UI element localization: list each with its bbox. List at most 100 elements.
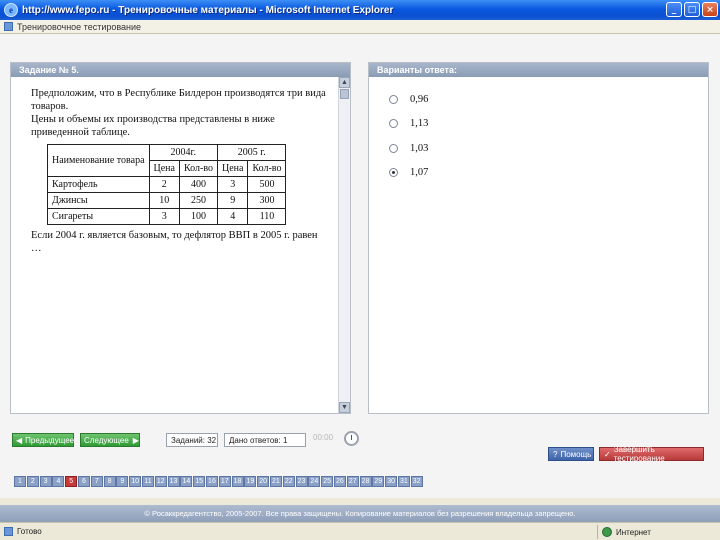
status-text: Готово bbox=[17, 527, 42, 536]
table-row: Картофель 2 400 3 500 bbox=[47, 176, 287, 193]
question-number-button[interactable]: 29 bbox=[372, 476, 385, 487]
page-icon bbox=[4, 22, 13, 31]
question-number-button[interactable]: 9 bbox=[116, 476, 129, 487]
question-navigator: 1 2 3 4 5 6 7 8 9 10 11 12 13 14 15 16 17 18 19 20 21 22 23 24 2… bbox=[14, 476, 424, 487]
table-cell: 3 bbox=[148, 208, 180, 225]
link-bar: Тренировочное тестирование bbox=[0, 20, 720, 34]
radio-button-selected[interactable] bbox=[389, 168, 398, 177]
table-cell: 300 bbox=[247, 192, 287, 209]
link-bar-label[interactable]: Тренировочное тестирование bbox=[17, 22, 141, 32]
table-cell: 3 bbox=[216, 176, 249, 193]
table-header-price: Цена bbox=[216, 160, 249, 177]
window-title: http://www.fepo.ru - Тренировочные матер… bbox=[22, 4, 394, 16]
question-number-button[interactable]: 17 bbox=[218, 476, 231, 487]
question-number-button[interactable]: 7 bbox=[90, 476, 103, 487]
answers-header: Варианты ответа: bbox=[369, 63, 708, 77]
finish-icon: ✓ bbox=[604, 449, 611, 459]
finish-test-button[interactable]: ✓ Завершить тестирование bbox=[599, 445, 704, 463]
question-number-button[interactable]: 32 bbox=[410, 476, 423, 487]
question-number-button[interactable]: 3 bbox=[39, 476, 52, 487]
question-number-button[interactable]: 20 bbox=[257, 476, 270, 487]
table-header-2004: 2004г. bbox=[148, 144, 218, 161]
scroll-up-button[interactable]: ▲ bbox=[339, 77, 350, 88]
question-number-button[interactable]: 26 bbox=[333, 476, 346, 487]
question-number-button[interactable]: 27 bbox=[346, 476, 359, 487]
table-cell-name: Картофель bbox=[47, 176, 150, 193]
question-number-button[interactable]: 14 bbox=[180, 476, 193, 487]
answer-options: 0,96 1,13 1,03 1,07 bbox=[389, 93, 428, 191]
table-cell: 9 bbox=[216, 192, 249, 209]
question-number-button[interactable]: 18 bbox=[231, 476, 244, 487]
question-number-button[interactable]: 13 bbox=[167, 476, 180, 487]
answers-panel: Варианты ответа: 0,96 1,13 1,03 1,07 bbox=[368, 62, 709, 414]
answer-option[interactable]: 0,96 bbox=[389, 93, 428, 105]
table-header-qty: Кол-во bbox=[178, 160, 218, 177]
question-number-button[interactable]: 30 bbox=[385, 476, 398, 487]
table-cell-name: Сигареты bbox=[47, 208, 150, 225]
security-zone: Интернет bbox=[597, 525, 717, 539]
question-number-button[interactable]: 12 bbox=[154, 476, 167, 487]
status-page-icon bbox=[4, 527, 13, 536]
scroll-down-button[interactable]: ▼ bbox=[339, 402, 350, 413]
table-header-name: Наименование товара bbox=[47, 144, 150, 177]
table-cell-name: Джинсы bbox=[47, 192, 150, 209]
question-number-button[interactable]: 28 bbox=[359, 476, 372, 487]
question-text-outro: Если 2004 г. является базовым, то дефлят… bbox=[31, 230, 318, 254]
question-number-button[interactable]: 19 bbox=[244, 476, 257, 487]
question-number-button[interactable]: 6 bbox=[77, 476, 90, 487]
question-number-button[interactable]: 11 bbox=[141, 476, 154, 487]
table-cell: 500 bbox=[247, 176, 287, 193]
answer-option[interactable]: 1,07 bbox=[389, 167, 428, 179]
radio-button[interactable] bbox=[389, 94, 398, 104]
answer-label: 1,13 bbox=[410, 118, 429, 129]
arrow-right-icon: ▶ bbox=[132, 435, 139, 445]
question-number-button[interactable]: 16 bbox=[205, 476, 218, 487]
question-number-button[interactable]: 8 bbox=[103, 476, 116, 487]
tasks-count: Заданий: 32 bbox=[166, 433, 218, 447]
next-button[interactable]: Следующее ▶ bbox=[80, 433, 140, 447]
question-text-intro: Предположим, что в Республике Билдерон п… bbox=[31, 88, 326, 112]
close-button[interactable]: × bbox=[702, 2, 718, 17]
next-label: Следующее bbox=[84, 435, 129, 445]
question-number-button[interactable]: 10 bbox=[129, 476, 142, 487]
table-row: Сигареты 3 100 4 110 bbox=[47, 208, 287, 225]
question-number-button[interactable]: 4 bbox=[52, 476, 65, 487]
table-header-2005: 2005 г. bbox=[216, 144, 287, 161]
question-text-intro-2: Цены и объемы их производства представле… bbox=[31, 114, 275, 138]
question-number-button[interactable]: 5 bbox=[65, 476, 78, 487]
answer-option[interactable]: 1,03 bbox=[389, 142, 428, 154]
question-number-button[interactable]: 21 bbox=[269, 476, 282, 487]
table-cell: 10 bbox=[148, 192, 180, 209]
question-number-button[interactable]: 25 bbox=[321, 476, 334, 487]
question-number-button[interactable]: 23 bbox=[295, 476, 308, 487]
radio-button[interactable] bbox=[389, 143, 398, 153]
question-scrollbar[interactable]: ▲ ▼ bbox=[338, 77, 350, 413]
radio-button[interactable] bbox=[389, 119, 398, 128]
answer-label: 0,96 bbox=[410, 93, 429, 105]
prev-button[interactable]: ◀ Предыдущее bbox=[12, 433, 74, 447]
question-panel: Задание № 5. Предположим, что в Республи… bbox=[10, 62, 351, 414]
question-number-button[interactable]: 15 bbox=[193, 476, 206, 487]
help-button[interactable]: ? Помощь bbox=[548, 447, 594, 461]
answer-option[interactable]: 1,13 bbox=[389, 118, 428, 130]
table-cell: 250 bbox=[178, 192, 218, 209]
question-number-button[interactable]: 2 bbox=[26, 476, 39, 487]
question-number-button[interactable]: 24 bbox=[308, 476, 321, 487]
question-body: Предположим, что в Республике Билдерон п… bbox=[11, 77, 338, 413]
table-row: Джинсы 10 250 9 300 bbox=[47, 192, 287, 209]
copyright-footer: © Росаккредагентство, 2005-2007. Все пра… bbox=[0, 505, 720, 522]
window-title-bar[interactable]: e http://www.fepo.ru - Тренировочные мат… bbox=[0, 0, 720, 20]
question-number-button[interactable]: 22 bbox=[282, 476, 295, 487]
minimize-button[interactable]: _ bbox=[666, 2, 682, 17]
question-header: Задание № 5. bbox=[11, 63, 350, 77]
help-label: Помощь bbox=[560, 449, 592, 459]
scroll-thumb[interactable] bbox=[340, 89, 349, 99]
question-number-button[interactable]: 31 bbox=[397, 476, 410, 487]
data-table: Наименование товара 2004г. 2005 г. Цена … bbox=[47, 144, 287, 225]
table-cell: 2 bbox=[148, 176, 180, 193]
question-number-button[interactable]: 1 bbox=[14, 476, 26, 487]
maximize-button[interactable]: □ bbox=[684, 2, 700, 17]
status-bar: Готово Интернет bbox=[0, 522, 720, 540]
answer-label: 1,03 bbox=[410, 142, 429, 154]
answer-label: 1,07 bbox=[410, 167, 429, 178]
